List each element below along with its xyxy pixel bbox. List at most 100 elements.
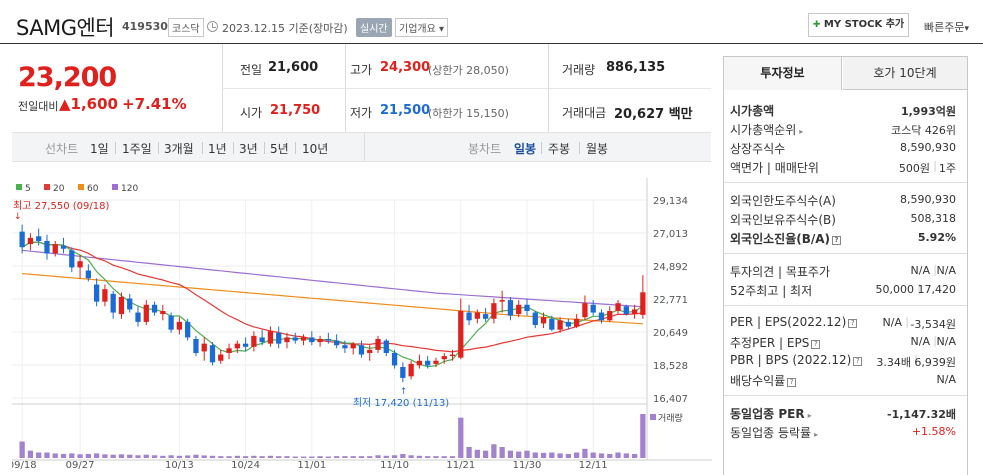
week52-label: 52주최고 | 최저 xyxy=(730,284,813,298)
volume-bar xyxy=(441,456,447,458)
period-monthly[interactable]: 월봉 xyxy=(586,140,608,157)
week52-high-value: 50,000 xyxy=(875,283,915,296)
pbr-bps-text: PBR | BPS (2022.12) xyxy=(730,353,852,367)
period-3m[interactable]: 3개월 xyxy=(164,140,194,157)
tab-orderbook[interactable]: 호가 10단계 xyxy=(843,57,967,90)
candle-body xyxy=(193,338,199,353)
y-tick-label: 20,649 xyxy=(653,328,688,339)
period-5y[interactable]: 5년 xyxy=(270,140,289,157)
volume-bar xyxy=(151,455,158,458)
candle-body xyxy=(342,345,348,349)
help-icon[interactable]: ? xyxy=(787,378,797,387)
foreign-ratio-label: 외국인소진율(B/A)? xyxy=(730,230,842,247)
candle-body xyxy=(474,312,480,319)
candle-body xyxy=(482,314,489,319)
add-mystock-button[interactable]: ✚ MY STOCK 추가 xyxy=(808,13,909,37)
candle-body xyxy=(151,304,158,313)
candle-body xyxy=(607,310,613,321)
change-label: 전일대비 xyxy=(18,100,59,113)
volume-bar xyxy=(615,452,621,458)
sector-per-text: 동일업종 PER xyxy=(730,407,805,421)
realtime-button[interactable]: 실시간 xyxy=(356,18,392,37)
period-3y[interactable]: 3년 xyxy=(239,140,258,157)
volume-bar xyxy=(607,453,613,458)
candle-body xyxy=(36,236,42,241)
x-tick-label: 09/18 xyxy=(12,460,37,471)
market-badge: 코스닥 xyxy=(168,18,204,37)
candle-body xyxy=(69,250,75,268)
volume-bar xyxy=(549,452,555,458)
help-icon[interactable]: ? xyxy=(853,357,863,366)
volume-bar xyxy=(499,447,505,458)
legend-swatch xyxy=(112,184,118,190)
high-label: 고가 xyxy=(350,63,373,77)
sector-per-value: -1,147.32배 xyxy=(887,408,956,421)
volume-bar xyxy=(466,447,472,458)
candle-body xyxy=(598,312,605,321)
change-amount: ▲1,600 xyxy=(59,95,118,113)
period-1d[interactable]: 1일 xyxy=(90,140,109,157)
quick-order-button[interactable]: 빠른주문▾ xyxy=(924,19,969,35)
period-1w[interactable]: 1주일 xyxy=(122,140,152,157)
prev-close-label: 전일 xyxy=(240,63,263,77)
volume-bar xyxy=(135,455,141,458)
volume-bar xyxy=(582,448,588,458)
volume-bar xyxy=(433,456,439,458)
volume-bar xyxy=(234,455,240,458)
period-weekly[interactable]: 주봉 xyxy=(548,140,570,157)
value-separator: | xyxy=(905,315,909,328)
volume-bar xyxy=(85,453,91,458)
market-cap-label: 시가총액 xyxy=(730,104,775,118)
candle-body xyxy=(309,337,315,343)
opinion-label: 투자의견 | 목표주가 xyxy=(730,265,830,279)
value-separator: | xyxy=(933,159,937,172)
help-icon[interactable]: ? xyxy=(811,340,821,349)
line-chart-label: 선차트 xyxy=(45,142,79,156)
sector-change-label: 동일업종 등락률 ▸ xyxy=(730,424,818,441)
volume-value: 886,135 xyxy=(606,60,666,75)
volume-bar xyxy=(93,453,100,458)
chevron-right-icon: ▸ xyxy=(814,430,819,439)
foreign-limit-value: 8,590,930 xyxy=(900,193,956,206)
volume-bar xyxy=(52,453,58,458)
volume-bar xyxy=(317,456,323,458)
est-per-text: 추정PER | EPS xyxy=(730,336,810,350)
candle-body xyxy=(284,337,290,343)
company-info-button[interactable]: 기업개요 ▾ xyxy=(395,18,448,37)
market-cap-rank-label[interactable]: 시가총액순위 ▸ xyxy=(730,121,803,138)
volume-bar xyxy=(251,455,257,458)
volume-bar xyxy=(176,455,183,458)
volume-bar xyxy=(367,456,373,458)
volume-legend-swatch xyxy=(650,414,656,420)
x-tick-label: 10/13 xyxy=(165,460,194,471)
low-value: 21,500 xyxy=(380,103,431,118)
tab-invest-info[interactable]: 투자정보 xyxy=(724,57,842,90)
candle-body xyxy=(549,318,555,330)
candle-body xyxy=(102,289,108,302)
volume-bar xyxy=(574,452,580,458)
per-value: N/A xyxy=(882,316,902,329)
period-daily[interactable]: 일봉 xyxy=(514,140,536,157)
volume-bar xyxy=(458,417,464,458)
legend-swatch xyxy=(44,184,50,190)
candle-body xyxy=(127,298,133,310)
plus-icon: ✚ xyxy=(812,20,821,30)
candle-body xyxy=(118,296,125,315)
x-tick-label: 11/21 xyxy=(446,460,475,471)
price-chart[interactable]: 29,134 27,013 24,892 22,771 20,649 18,528 16,4… xyxy=(12,178,712,475)
max-arrow-icon: ↓ xyxy=(14,212,22,222)
period-1y[interactable]: 1년 xyxy=(208,140,227,157)
x-tick-label: 09/27 xyxy=(66,460,95,471)
help-icon[interactable]: ? xyxy=(848,319,858,328)
volume-bar xyxy=(127,454,133,458)
candle-body xyxy=(168,315,174,330)
help-icon[interactable]: ? xyxy=(832,236,842,245)
candle-body xyxy=(631,309,638,315)
volume-bar xyxy=(391,455,398,458)
period-10y[interactable]: 10년 xyxy=(302,140,328,157)
period-toolbar: 선차트 1일 1주일 3개월 1년 3년 5년 10년 봉차트 일봉 주봉 월봉 xyxy=(12,132,711,162)
period-separator xyxy=(579,142,580,154)
volume-bar xyxy=(400,453,406,458)
y-tick-label: 27,013 xyxy=(653,229,688,240)
candle-body xyxy=(93,284,100,302)
